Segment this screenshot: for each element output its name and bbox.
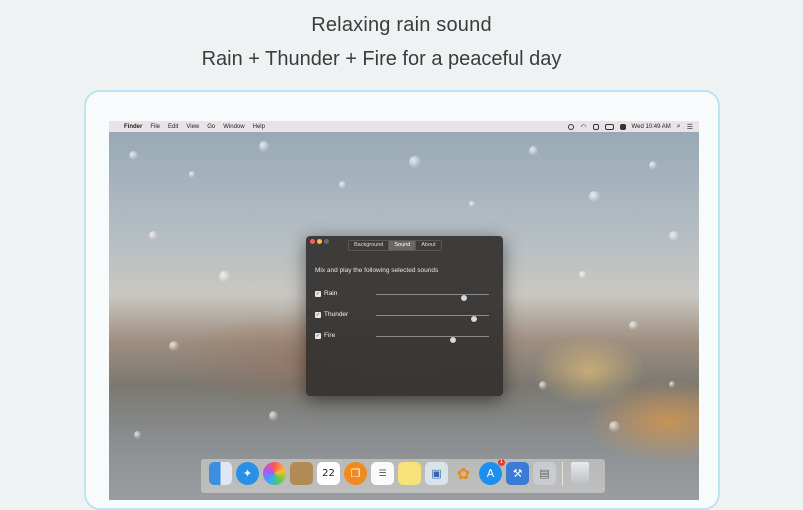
menu-file[interactable]: File — [150, 124, 160, 130]
trash-icon[interactable] — [571, 462, 589, 485]
rain-sound-window: Background Sound About Mix and play the … — [306, 236, 503, 396]
desktop-screen: Finder File Edit View Go Window Help ◠ W… — [109, 121, 699, 500]
contacts-icon[interactable] — [290, 462, 313, 485]
menu-finder[interactable]: Finder — [124, 124, 142, 130]
reminders-icon[interactable]: ☰ — [371, 462, 394, 485]
promo-title: Relaxing rain sound — [311, 14, 492, 36]
minimize-icon[interactable] — [317, 239, 322, 244]
tab-sound[interactable]: Sound — [389, 241, 417, 250]
rain-label: Rain — [324, 290, 338, 297]
dock: ✦ 22 ❐ ☰ ▣ ✿ A1 ⚒ ▤ — [201, 459, 605, 493]
fire-volume-slider[interactable] — [376, 336, 489, 343]
menu-help[interactable]: Help — [253, 124, 265, 130]
promo-subtitle: Rain + Thunder + Fire for a peaceful day — [201, 48, 562, 70]
thunder-volume-slider[interactable] — [376, 315, 489, 322]
xcode-icon[interactable]: ⚒ — [506, 462, 529, 485]
fire-slider-thumb[interactable] — [449, 337, 456, 343]
calendar-day: 22 — [322, 468, 335, 479]
airplay-icon[interactable] — [592, 123, 599, 130]
menu-window[interactable]: Window — [223, 124, 244, 130]
menu-edit[interactable]: Edit — [168, 124, 178, 130]
calendar-icon[interactable]: 22 — [317, 462, 340, 485]
rain-checkbox[interactable]: ✓ — [315, 291, 321, 297]
ibooks-icon[interactable]: ❐ — [344, 462, 367, 485]
sound-description: Mix and play the following selected soun… — [315, 267, 439, 274]
rain-volume-slider[interactable] — [376, 294, 489, 301]
sound-row-rain: ✓ Rain — [315, 290, 490, 301]
close-icon[interactable] — [310, 239, 315, 244]
thunder-slider-thumb[interactable] — [471, 316, 478, 322]
fire-checkbox[interactable]: ✓ — [315, 333, 321, 339]
rain-slider-thumb[interactable] — [461, 295, 468, 301]
wifi-icon[interactable]: ◠ — [580, 123, 586, 131]
menu-view[interactable]: View — [186, 124, 199, 130]
fire-label: Fire — [324, 332, 336, 339]
tab-about[interactable]: About — [416, 241, 441, 250]
notification-list-icon[interactable]: ☰ — [687, 123, 693, 131]
zoom-icon[interactable] — [324, 239, 329, 244]
sync-icon[interactable] — [568, 123, 575, 130]
safari-icon[interactable]: ✦ — [236, 462, 259, 485]
lotus-icon[interactable]: ✿ — [452, 462, 475, 485]
battery-icon[interactable] — [604, 123, 614, 130]
preview-icon[interactable]: ▣ — [425, 462, 448, 485]
menu-bar: Finder File Edit View Go Window Help ◠ W… — [109, 121, 699, 132]
app-store-badge: 1 — [498, 459, 505, 466]
tab-bar: Background Sound About — [348, 240, 442, 251]
sound-row-thunder: ✓ Thunder — [315, 311, 490, 322]
app-store-icon[interactable]: A1 — [479, 459, 505, 485]
sound-row-fire: ✓ Fire — [315, 332, 490, 343]
notes-icon[interactable] — [398, 462, 421, 485]
status-area: ◠ Wed 10:49 AM ⌕ ☰ — [568, 121, 693, 132]
spotlight-search-icon[interactable]: ⌕ — [677, 123, 681, 131]
menu-go[interactable]: Go — [207, 124, 215, 130]
image-capture-icon[interactable]: ▤ — [533, 462, 556, 485]
clock[interactable]: Wed 10:49 AM — [632, 124, 671, 130]
thunder-label: Thunder — [324, 311, 349, 318]
photos-icon[interactable] — [263, 462, 286, 485]
finder-icon[interactable] — [209, 462, 232, 485]
tab-background[interactable]: Background — [349, 241, 390, 250]
thunder-checkbox[interactable]: ✓ — [315, 312, 321, 318]
dock-separator — [562, 462, 565, 485]
app-status-icon[interactable] — [619, 123, 626, 130]
